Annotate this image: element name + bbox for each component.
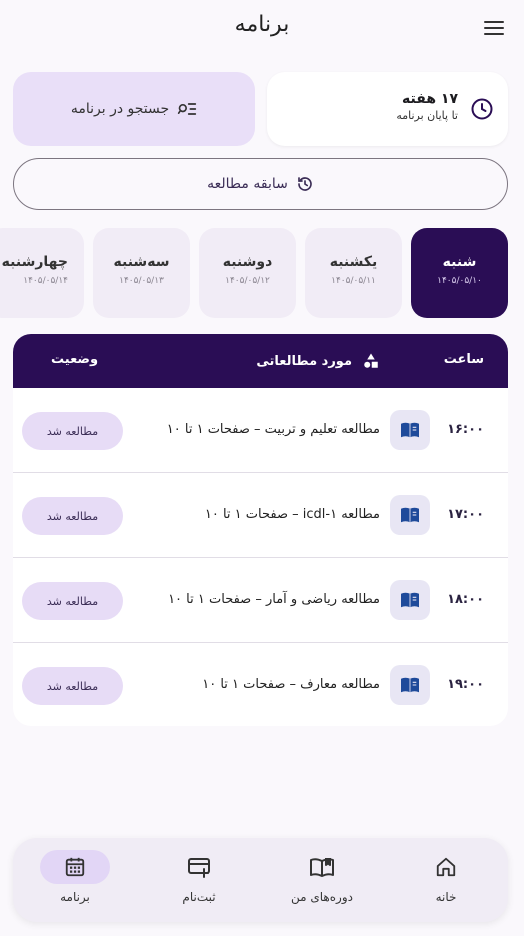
table-row: ۱۸:۰۰ مطالعه ریاضی و آمار – صفحات ۱ تا ۱… [13, 558, 508, 643]
history-icon [298, 177, 312, 191]
nav-item-home[interactable]: خانه [396, 850, 496, 904]
table-row: ۱۹:۰۰ مطالعه معارف – صفحات ۱ تا ۱۰ مطالع… [13, 643, 508, 726]
page-title: برنامه [234, 12, 290, 37]
top-app-bar: برنامه [0, 0, 524, 56]
home-icon [411, 850, 481, 884]
table-row: ۱۷:۰۰ مطالعه icdl-۱ – صفحات ۱ تا ۱۰ مطال… [13, 473, 508, 558]
status-chip[interactable]: مطالعه شد [22, 497, 123, 535]
nav-item-my-courses[interactable]: دوره‌های من [272, 850, 372, 904]
card-add-icon [164, 850, 234, 884]
day-name: چهارشنبه [1, 254, 68, 270]
status-chip[interactable]: مطالعه شد [22, 412, 123, 450]
day-date: ۱۴۰۵/۰۵/۱۰ [437, 276, 482, 286]
header-study-item: مورد مطالعاتی [256, 352, 380, 370]
search-label: جستجو در برنامه [70, 101, 170, 117]
day-tab-sunday[interactable]: یکشنبه ۱۴۰۵/۰۵/۱۱ [305, 228, 402, 318]
book-icon [390, 495, 430, 535]
study-history-button[interactable]: سابقه مطالعه [13, 158, 508, 210]
day-tab-monday[interactable]: دوشنبه ۱۴۰۵/۰۵/۱۲ [199, 228, 296, 318]
day-date: ۱۴۰۵/۰۵/۱۱ [331, 276, 376, 286]
day-date: ۱۴۰۵/۰۵/۱۳ [119, 276, 164, 286]
weeks-remaining-card: ۱۷ هفته تا پایان برنامه [267, 72, 508, 146]
calendar-icon [40, 850, 110, 884]
book-icon [390, 665, 430, 705]
weeks-remaining-subtitle: تا پایان برنامه [396, 109, 458, 122]
table-header: ساعت مورد مطالعاتی وضعیت [13, 334, 508, 388]
book-open-icon [287, 850, 357, 884]
schedule-table: ساعت مورد مطالعاتی وضعیت ۱۶:۰۰ مطالعه تع… [13, 334, 508, 726]
book-icon [390, 580, 430, 620]
day-date: ۱۴۰۵/۰۵/۱۲ [225, 276, 270, 286]
table-row: ۱۶:۰۰ مطالعه تعلیم و تربیت – صفحات ۱ تا … [13, 388, 508, 473]
nav-item-register[interactable]: ثبت‌نام [149, 850, 249, 904]
day-name: یکشنبه [329, 254, 378, 270]
row-time: ۱۸:۰۰ [447, 592, 484, 607]
day-name: شنبه [442, 254, 477, 270]
header-item-label: مورد مطالعاتی [256, 353, 352, 369]
row-subject: مطالعه icdl-۱ – صفحات ۱ تا ۱۰ [204, 507, 380, 522]
day-name: دوشنبه [222, 254, 273, 270]
bottom-navigation: خانه دوره‌های من ثبت‌نام برنامه [13, 838, 508, 922]
day-tab-tuesday[interactable]: سه‌شنبه ۱۴۰۵/۰۵/۱۳ [93, 228, 190, 318]
day-name: سه‌شنبه [113, 254, 170, 270]
row-time: ۱۶:۰۰ [447, 422, 484, 437]
row-subject: مطالعه تعلیم و تربیت – صفحات ۱ تا ۱۰ [166, 422, 380, 437]
search-program-button[interactable]: جستجو در برنامه [13, 72, 255, 146]
row-time: ۱۷:۰۰ [447, 507, 484, 522]
nav-label: ثبت‌نام [182, 890, 216, 904]
status-chip[interactable]: مطالعه شد [22, 667, 123, 705]
row-time: ۱۹:۰۰ [447, 677, 484, 692]
day-selector: شنبه ۱۴۰۵/۰۵/۱۰ یکشنبه ۱۴۰۵/۰۵/۱۱ دوشنبه… [0, 228, 524, 320]
nav-label: دوره‌های من [291, 890, 353, 904]
day-date: ۱۴۰۵/۰۵/۱۴ [23, 276, 68, 286]
row-subject: مطالعه ریاضی و آمار – صفحات ۱ تا ۱۰ [168, 592, 380, 607]
header-status: وضعیت [51, 352, 99, 367]
nav-label: خانه [435, 890, 457, 904]
day-tab-wednesday[interactable]: چهارشنبه ۱۴۰۵/۰۵/۱۴ [0, 228, 84, 318]
clock-icon [471, 98, 493, 120]
header-time: ساعت [443, 352, 484, 367]
row-subject: مطالعه معارف – صفحات ۱ تا ۱۰ [202, 677, 380, 692]
nav-label: برنامه [60, 890, 90, 904]
search-list-icon [178, 103, 197, 115]
day-tab-saturday[interactable]: شنبه ۱۴۰۵/۰۵/۱۰ [411, 228, 508, 318]
nav-item-program[interactable]: برنامه [25, 850, 125, 904]
book-icon [390, 410, 430, 450]
shapes-icon [364, 353, 378, 368]
study-history-label: سابقه مطالعه [207, 176, 288, 192]
status-chip[interactable]: مطالعه شد [22, 582, 123, 620]
menu-icon[interactable] [482, 16, 506, 40]
weeks-remaining-value: ۱۷ هفته [402, 91, 458, 107]
